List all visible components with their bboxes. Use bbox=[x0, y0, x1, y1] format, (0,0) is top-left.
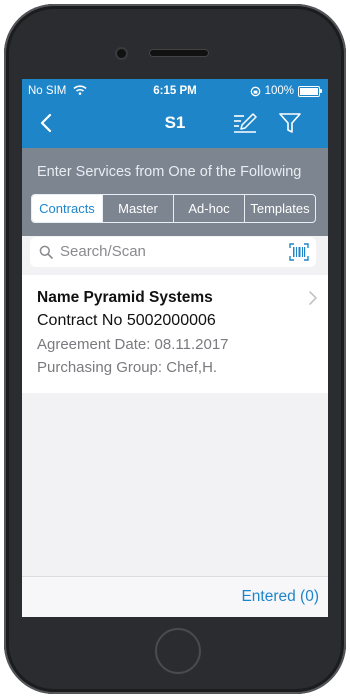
filter-icon[interactable] bbox=[278, 111, 302, 135]
search-input[interactable]: Search/Scan bbox=[30, 237, 316, 267]
tab-ad-hoc[interactable]: Ad-hoc bbox=[174, 195, 245, 222]
phone-frame: No SIM 6:15 PM 100% S1 Enter Services fr… bbox=[4, 4, 346, 694]
nav-bar: S1 bbox=[22, 103, 328, 143]
home-button[interactable] bbox=[155, 628, 201, 674]
chevron-right-icon bbox=[309, 291, 317, 305]
speaker bbox=[150, 50, 208, 56]
purchasing-group: Purchasing Group: Chef,H. bbox=[37, 359, 218, 376]
search-placeholder: Search/Scan bbox=[60, 243, 146, 260]
bottom-toolbar: Entered (0) bbox=[22, 576, 328, 617]
entered-button[interactable]: Entered (0) bbox=[241, 588, 319, 606]
tab-contracts[interactable]: Contracts bbox=[32, 195, 103, 222]
tab-templates[interactable]: Templates bbox=[245, 195, 315, 222]
rotation-lock-icon bbox=[250, 86, 260, 96]
vendor-name: Name Pyramid Systems bbox=[37, 289, 213, 306]
barcode-scan-icon[interactable] bbox=[289, 243, 309, 261]
list-item[interactable]: Name Pyramid Systems Contract No 5002000… bbox=[22, 275, 328, 393]
selection-header: Enter Services from One of the Following… bbox=[22, 148, 328, 236]
camera bbox=[117, 49, 126, 58]
tab-master[interactable]: Master bbox=[103, 195, 174, 222]
source-segmented-control: Contracts Master Ad-hoc Templates bbox=[31, 194, 316, 223]
instruction-text: Enter Services from One of the Following bbox=[37, 164, 302, 180]
battery-percent: 100% bbox=[264, 85, 294, 97]
contract-number: Contract No 5002000006 bbox=[37, 312, 216, 329]
search-icon bbox=[39, 245, 53, 259]
app-screen: No SIM 6:15 PM 100% S1 Enter Services fr… bbox=[22, 79, 328, 617]
edit-icon[interactable] bbox=[232, 111, 258, 135]
battery-icon bbox=[298, 85, 322, 97]
agreement-date: Agreement Date: 08.11.2017 bbox=[37, 336, 229, 353]
status-bar: No SIM 6:15 PM 100% bbox=[22, 85, 328, 101]
top-bar: No SIM 6:15 PM 100% S1 bbox=[22, 79, 328, 148]
battery-status: 100% bbox=[250, 85, 322, 97]
